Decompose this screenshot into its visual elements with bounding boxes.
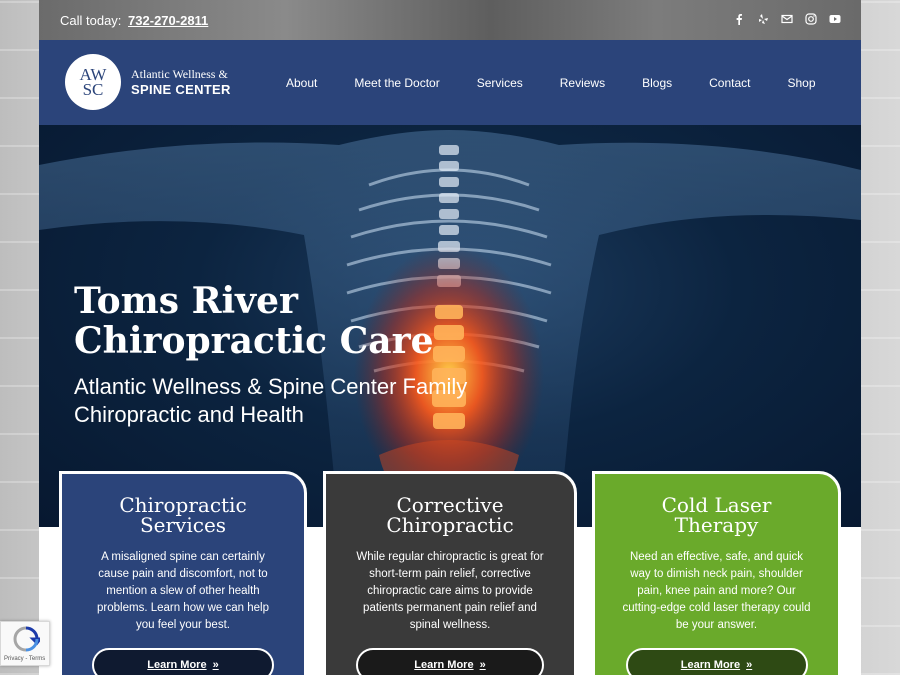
service-card-chiropractic-services: Chiropractic Services A misaligned spine… xyxy=(59,471,307,675)
learn-more-button[interactable]: Learn More » xyxy=(625,648,808,675)
hero-title-line1: Toms River xyxy=(74,280,298,322)
logo-line1: Atlantic Wellness & xyxy=(131,67,228,81)
service-card-corrective-chiropractic: Corrective Chiropractic While regular ch… xyxy=(323,471,577,675)
nav-blogs[interactable]: Blogs xyxy=(642,76,672,90)
card-title: Chiropractic Services xyxy=(62,495,304,535)
hero-title-line2: Chiropractic Care xyxy=(74,320,434,362)
main-nav: About Meet the Doctor Services Reviews B… xyxy=(286,40,816,125)
call-today: Call today: 732-270-2811 xyxy=(60,13,208,28)
hero-title: Toms River Chiropractic Care xyxy=(74,281,433,361)
learn-more-button[interactable]: Learn More » xyxy=(92,648,274,675)
logo-monogram: AW SC xyxy=(65,54,121,110)
top-bar: Call today: 732-270-2811 xyxy=(39,0,861,40)
hero-subtitle-line1: Atlantic Wellness & Spine Center Family xyxy=(74,374,468,399)
hero-subtitle-line2: Chiropractic and Health xyxy=(74,402,304,427)
youtube-icon[interactable] xyxy=(829,13,841,25)
double-chevron-right-icon: » xyxy=(746,659,753,671)
nav-meet-the-doctor[interactable]: Meet the Doctor xyxy=(354,76,439,90)
learn-more-button[interactable]: Learn More » xyxy=(356,648,544,675)
recaptcha-links[interactable]: Privacy - Terms xyxy=(4,656,45,662)
site-logo[interactable]: AW SC Atlantic Wellness & SPINE CENTER xyxy=(65,54,231,110)
hero-subtitle: Atlantic Wellness & Spine Center Family … xyxy=(74,373,534,429)
site-container: Call today: 732-270-2811 AW SC Atlantic … xyxy=(39,0,861,675)
phone-link[interactable]: 732-270-2811 xyxy=(128,13,208,28)
button-label: Learn More xyxy=(414,659,474,671)
card-title-line1: Corrective xyxy=(396,493,504,517)
facebook-icon[interactable] xyxy=(733,13,745,25)
nav-contact[interactable]: Contact xyxy=(709,76,750,90)
card-title-line2: Therapy xyxy=(674,513,759,537)
logo-line2: SPINE CENTER xyxy=(131,82,231,97)
nav-about[interactable]: About xyxy=(286,76,317,90)
recaptcha-badge[interactable]: Privacy - Terms xyxy=(0,621,50,666)
nav-reviews[interactable]: Reviews xyxy=(560,76,605,90)
card-title-line1: Cold Laser xyxy=(661,493,772,517)
double-chevron-right-icon: » xyxy=(212,659,219,671)
card-title-line1: Chiropractic xyxy=(119,493,247,517)
nav-services[interactable]: Services xyxy=(477,76,523,90)
recaptcha-icon xyxy=(13,626,40,652)
button-label: Learn More xyxy=(680,659,741,671)
card-title: Corrective Chiropractic xyxy=(326,495,574,535)
header: AW SC Atlantic Wellness & SPINE CENTER A… xyxy=(39,40,861,125)
instagram-icon[interactable] xyxy=(805,13,817,25)
nav-shop[interactable]: Shop xyxy=(788,76,816,90)
service-card-cold-laser-therapy: Cold Laser Therapy Need an effective, sa… xyxy=(592,471,841,675)
card-text: While regular chiropractic is great for … xyxy=(356,551,544,631)
call-label: Call today: xyxy=(60,12,122,28)
email-icon[interactable] xyxy=(781,13,793,25)
card-title-line2: Chiropractic xyxy=(386,513,514,537)
monogram-bottom: SC xyxy=(82,80,104,99)
button-label: Learn More xyxy=(147,659,207,671)
card-title-line2: Services xyxy=(139,513,227,537)
yelp-icon[interactable] xyxy=(757,13,769,25)
card-text: A misaligned spine can certainly cause p… xyxy=(97,551,269,631)
card-title: Cold Laser Therapy xyxy=(595,495,838,535)
logo-wordmark: Atlantic Wellness & SPINE CENTER xyxy=(131,67,231,97)
card-text: Need an effective, safe, and quick way t… xyxy=(622,551,811,631)
social-links xyxy=(733,13,841,25)
hero-banner: Toms River Chiropractic Care Atlantic We… xyxy=(39,125,861,527)
double-chevron-right-icon: » xyxy=(479,659,486,671)
